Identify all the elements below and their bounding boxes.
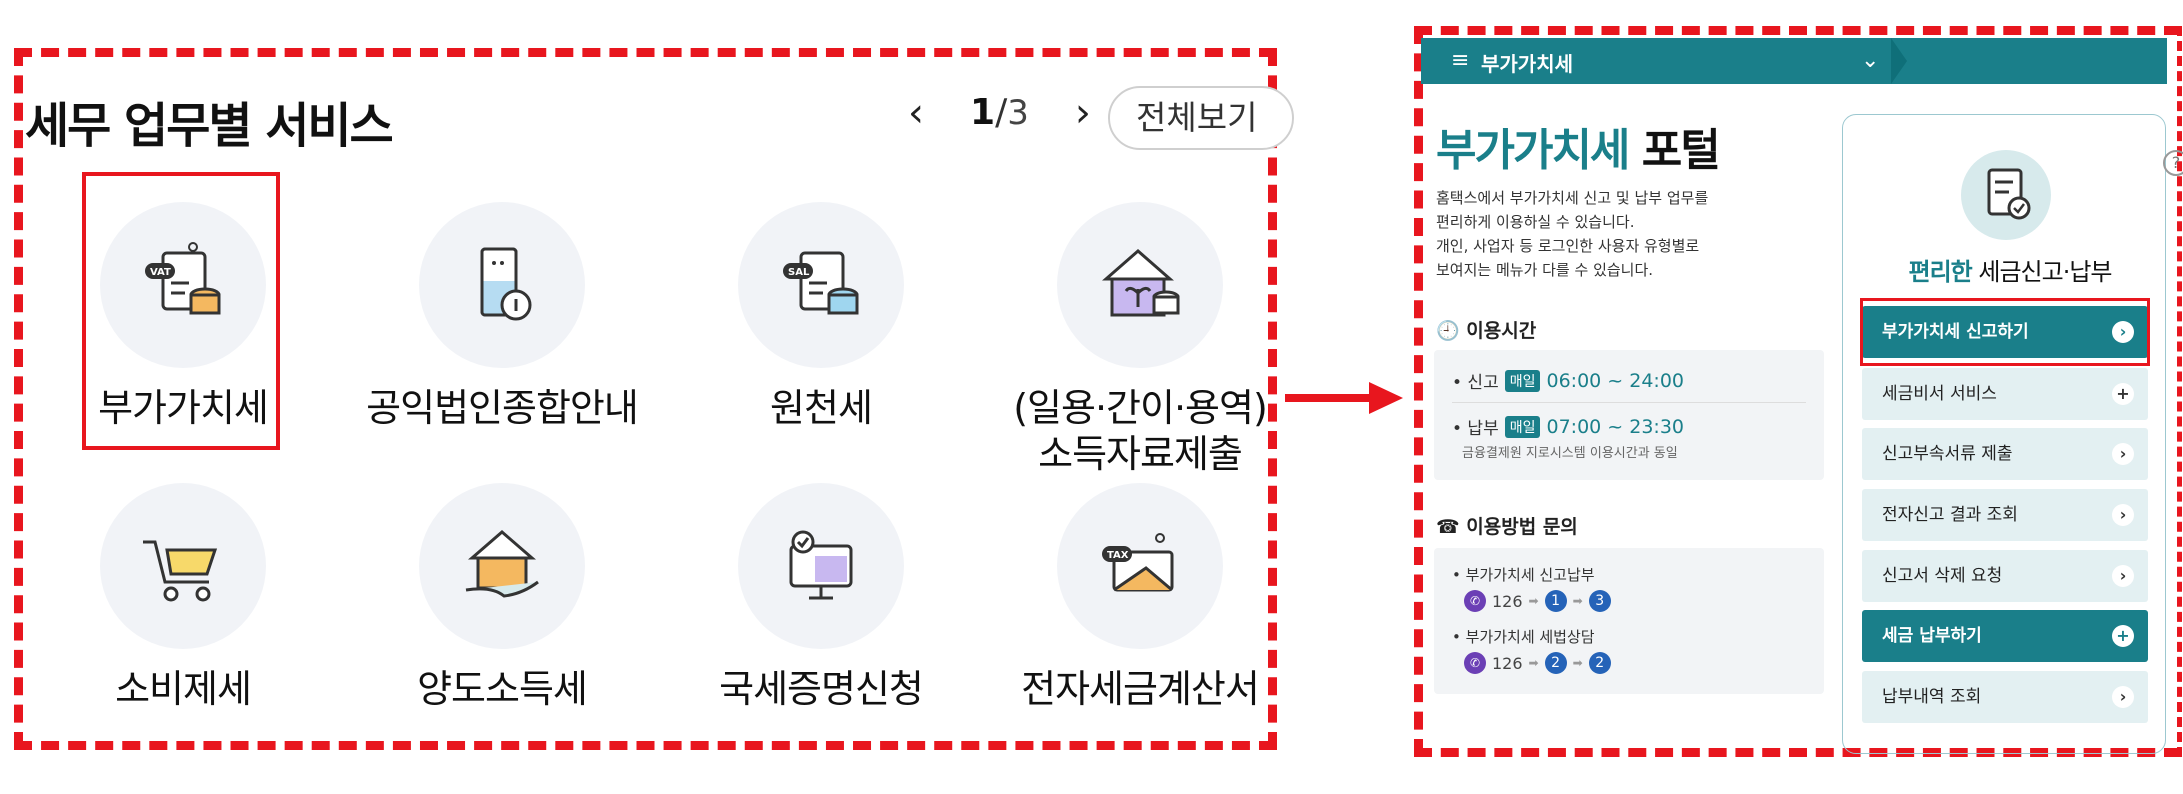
service-tile-capital-gains[interactable]: 양도소득세 (352, 483, 652, 713)
tax-envelope-icon: TAX (1102, 533, 1174, 592)
total-pages: 3 (1007, 92, 1029, 133)
sal-document-coins-icon: SAL (783, 251, 859, 315)
contact-label: • 부가가치세 신고납부 (1452, 566, 1595, 584)
phone-icon: ☎ (1436, 516, 1460, 538)
tile-icon-bg: SAL (738, 202, 904, 368)
service-tile-e-invoice[interactable]: TAX 전자세금계산서 (990, 483, 1290, 713)
tile-label: (일용·간이·용역) 소득자료제출 (1013, 386, 1268, 476)
contact-phone-row: ✆ 126 ➡ 1 ➡ 3 (1464, 590, 1611, 612)
section-title: 세무 업무별 서비스 (25, 98, 394, 154)
panel-title: 편리한 세금신고·납부 (1908, 258, 2113, 286)
service-tile-certificate[interactable]: 국세증명신청 (671, 483, 971, 713)
tile-label: 원천세 (770, 386, 873, 430)
service-tile-withholding[interactable]: SAL 원천세 (671, 202, 971, 432)
topbar-title[interactable]: 부가가치세 (1481, 48, 1573, 77)
clock-icon: 🕘 (1436, 320, 1460, 342)
annotation-arrow-icon (1285, 382, 1403, 414)
tile-icon-bg (419, 202, 585, 368)
tile-label: 양도소득세 (417, 667, 588, 711)
e-filing-result-button[interactable]: 전자신고 결과 조회 › (1862, 489, 2148, 541)
contact-heading: ☎ 이용방법 문의 (1436, 516, 1578, 538)
hours-row-filing: • 신고 매일 06:00 ~ 24:00 (1452, 369, 1684, 393)
annotation-highlight-vat-file-button (1860, 298, 2150, 366)
hours-box: • 신고 매일 06:00 ~ 24:00 • 납부 매일 07:00 ~ 23:30 … (1434, 350, 1824, 480)
contact-phone-row: ✆ 126 ➡ 2 ➡ 2 (1464, 652, 1611, 674)
phone-icon: ✆ (1464, 652, 1486, 674)
tax-document-icon (1961, 150, 2051, 240)
tile-label: 소비제세 (115, 667, 252, 711)
phone-icon: ✆ (1464, 590, 1486, 612)
shopping-cart-icon (143, 540, 218, 602)
building-info-icon (480, 247, 532, 321)
current-page: 1 (970, 92, 996, 133)
tile-icon-bg (738, 483, 904, 649)
service-tile-public-corp[interactable]: 공익법인종합안내 (352, 202, 652, 432)
page-title: 부가가치세 포털 (1436, 125, 1721, 176)
svg-text:SAL: SAL (788, 267, 810, 278)
service-tile-income-data[interactable]: (일용·간이·용역) 소득자료제출 (990, 202, 1290, 477)
plus-icon: + (2112, 383, 2134, 405)
tile-icon-bg (1057, 202, 1223, 368)
certificate-monitor-icon (789, 530, 853, 600)
delete-request-button[interactable]: 신고서 삭제 요청 › (1862, 550, 2148, 602)
portal-description: 홈택스에서 부가가치세 신고 및 납부 업무를 편리하게 이용하실 수 있습니다.… (1436, 189, 1709, 279)
tile-icon-bg (100, 483, 266, 649)
hours-row-payment: • 납부 매일 07:00 ~ 23:30 (1452, 415, 1684, 439)
service-tile-consumption-tax[interactable]: 소비제세 (33, 483, 333, 713)
menu-icon[interactable]: ≡ (1451, 48, 1469, 73)
help-icon[interactable]: ? (2163, 150, 2183, 176)
hours-heading: 🕘 이용시간 (1436, 320, 1537, 342)
plus-icon: + (2112, 625, 2134, 647)
view-all-button[interactable]: 전체보기 (1108, 86, 1294, 150)
arrow-right-icon: › (2112, 565, 2134, 587)
chevron-down-icon[interactable]: ⌄ (1861, 48, 1879, 73)
arrow-right-icon: › (2112, 443, 2134, 465)
pay-tax-button[interactable]: 세금 납부하기 + (1862, 610, 2148, 662)
portal-topbar: ≡ 부가가치세 ⌄ (1421, 38, 2167, 84)
tile-label: 전자세금계산서 (1021, 667, 1260, 711)
page-separator: / (995, 92, 1008, 133)
house-plant-coins-icon (1102, 249, 1180, 317)
house-hand-icon (465, 530, 539, 598)
tile-icon-bg (419, 483, 585, 649)
tax-secretary-button[interactable]: 세금비서 서비스 + (1862, 368, 2148, 420)
payment-history-button[interactable]: 납부내역 조회 › (1862, 671, 2148, 723)
hours-note: 금융결제원 지로시스템 이용시간과 동일 (1462, 446, 1678, 461)
next-page-icon[interactable]: › (1075, 93, 1091, 133)
topbar-notch (1891, 38, 1907, 84)
prev-page-icon[interactable]: ‹ (908, 93, 924, 133)
screenshot-composite: 세무 업무별 서비스 ‹ 1 / 3 › 전체보기 VAT 부가가치세 공익법인… (0, 0, 2183, 794)
annotation-highlight-vat-tile (82, 172, 280, 450)
arrow-right-icon: › (2112, 504, 2134, 526)
contact-box: • 부가가치세 신고납부 ✆ 126 ➡ 1 ➡ 3 • 부가가치세 세법상담 ✆ 126 ➡… (1434, 548, 1824, 694)
arrow-right-icon: › (2112, 686, 2134, 708)
contact-label: • 부가가치세 세법상담 (1452, 628, 1595, 646)
svg-text:TAX: TAX (1107, 550, 1129, 561)
attached-docs-button[interactable]: 신고부속서류 제출 › (1862, 428, 2148, 480)
tile-icon-bg: TAX (1057, 483, 1223, 649)
pager: ‹ 1 / 3 › (908, 92, 1091, 133)
tile-label: 국세증명신청 (719, 667, 924, 711)
tile-label: 공익법인종합안내 (366, 386, 639, 430)
